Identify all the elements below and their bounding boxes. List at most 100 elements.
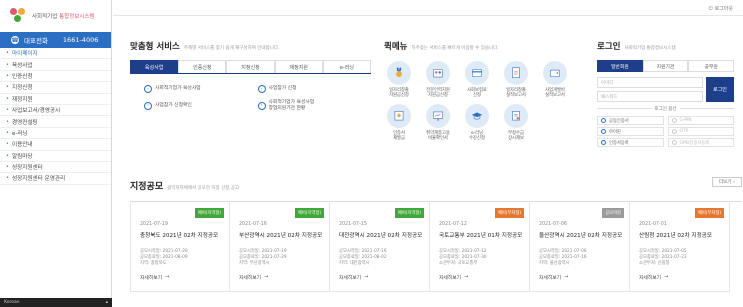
bullet-icon: • <box>6 118 9 125</box>
logout-button[interactable]: ⏻ 로그아웃 <box>709 5 733 13</box>
more-button[interactable]: 더보기 › <box>712 177 742 187</box>
sidebar-item[interactable]: • 지정신청 <box>0 82 111 94</box>
detail-link[interactable]: 자세히보기 → <box>639 274 729 281</box>
monitor-icon <box>426 104 450 128</box>
sidebar-item[interactable]: • 성장지원센터 운영관리 <box>0 173 111 185</box>
login-tab[interactable]: 공무원 <box>688 60 735 72</box>
login-option[interactable]: 인증서등록 <box>597 138 664 147</box>
quick-menu-grid: 일자리창출 지원금신청 전문인력지원 지원금신청 사회보험료 신청 일자리창출 실적보… <box>384 61 579 143</box>
quick-menu-item[interactable]: e-러닝 수강신청 <box>462 104 492 143</box>
detail-link[interactable]: 자세히보기 → <box>140 274 229 281</box>
detail-link[interactable]: 자세히보기 → <box>339 274 429 281</box>
notice-card[interactable]: 예비(지역형) 2021-07-16 부산광역시 2021년 02차 지정공모 공모시… <box>230 202 330 292</box>
detail-link[interactable]: 자세히보기 → <box>439 274 529 281</box>
quick-menu-item[interactable]: 전문인력지원 지원금신청 <box>423 61 453 100</box>
notice-title[interactable]: 대전광역시 2021년 02차 지정공모 <box>339 231 429 239</box>
login-button[interactable]: 로그인 <box>706 77 734 102</box>
custom-service-panel: 맞춤형 서비스 주제별 서비스를 찾기 쉽게 재구성하여 안내합니다. 육성사업 인… <box>130 40 372 112</box>
service-tab[interactable]: e-러닝 <box>322 60 372 73</box>
login-title: 로그인 사회적기업 통합정보시스템 <box>597 42 676 52</box>
certificate-icon <box>387 104 411 128</box>
login-option[interactable]: OTP <box>667 127 734 136</box>
notice-card[interactable]: 예비(지역형) 2021-07-19 충청북도 2021년 02차 지정공모 공모시작… <box>130 202 230 292</box>
service-item[interactable]: › 사회적기업가 육성사업 창업지원기관 현황 <box>257 100 372 112</box>
quick-menu-panel: 퀵메뉴 자주찾는 서비스를 빠르게 이용할 수 있습니다. 일자리창출 지원금신청… <box>384 40 579 143</box>
notice-title[interactable]: 국토교통부 2021년 01차 지정공모 <box>439 231 529 239</box>
more-label: 더보기 <box>718 180 732 185</box>
service-item[interactable]: › 사업참가 신청확인 <box>144 100 258 112</box>
sidebar-item[interactable]: • 성장지원센터 <box>0 162 111 174</box>
quick-menu-label: e-러닝 수강신청 <box>469 131 485 142</box>
notice-title[interactable]: 산림청 2021년 02차 지정공모 <box>639 231 729 239</box>
sidebar-item[interactable]: • 마이페이지 <box>0 48 111 60</box>
notice-title[interactable]: 충청북도 2021년 02차 지정공모 <box>140 231 230 239</box>
sidebar-item[interactable]: • 재정지원 <box>0 94 111 105</box>
notice-card[interactable]: 예비(부처형) 2021-07-12 국토교통부 2021년 01차 지정공모 공모시… <box>430 202 530 292</box>
notice-title: 지정공모 광역지자체에서 공모한 지정 신청 공고 <box>130 182 240 192</box>
login-option[interactable]: 공동인증서 <box>597 116 664 125</box>
service-tab[interactable]: 인증신청 <box>178 60 227 73</box>
sidebar-item-label: e-러닝 <box>11 130 28 137</box>
logo-text: 사회적기업 통합정보시스템 <box>32 14 95 20</box>
bullet-icon: • <box>6 152 9 159</box>
sidebar-item[interactable]: • 알림마당 <box>0 151 111 162</box>
login-option-label: G-PIN <box>679 118 692 123</box>
document-icon <box>504 61 528 85</box>
login-option-icon <box>671 140 677 145</box>
login-tab[interactable]: 지원기관 <box>642 60 689 72</box>
service-tab[interactable]: 재정지원 <box>274 60 323 73</box>
detail-link[interactable]: 자세히보기 → <box>539 274 629 281</box>
quick-menu-item[interactable]: 일자리창출 실적보고서 <box>501 61 531 100</box>
sidebar-item-label: 알림마당 <box>11 153 33 160</box>
quick-menu-label: 인증서 재발급 <box>393 131 405 142</box>
service-item-label: 사업참가 신청확인 <box>155 102 192 108</box>
language-selector[interactable]: Korean ▴ <box>0 298 112 307</box>
notice-date: 2021-07-16 <box>239 222 267 227</box>
sidebar-item[interactable]: • 경영컨설팅 <box>0 116 111 128</box>
notice-title[interactable]: 울산광역시 2021년 02차 지정공모 <box>539 231 629 239</box>
service-item-label: 사업참가 신청 <box>268 86 297 92</box>
sidebar-item[interactable]: • 사업보고서/경영공시 <box>0 105 111 117</box>
notice-card[interactable]: 공모마감 2021-07-06 울산광역시 2021년 02차 지정공모 공모시작일:… <box>530 202 630 292</box>
detail-link[interactable]: 자세히보기 → <box>239 274 329 281</box>
bullet-icon: • <box>6 164 9 171</box>
login-option[interactable]: G-PIN <box>667 116 734 125</box>
notice-date: 2021-07-01 <box>639 222 667 227</box>
quick-menu-item[interactable]: 사회보험료 신청 <box>462 61 492 100</box>
main-content: 맞춤형 서비스 주제별 서비스를 찾기 쉽게 재구성하여 안내합니다. 육성사업 인… <box>113 16 743 307</box>
quick-menu-item[interactable]: 사업개발비 실적보고서 <box>540 61 570 100</box>
login-option[interactable]: GPKI인증서등록 <box>667 138 734 147</box>
sidebar-item[interactable]: • 육성사업 <box>0 59 111 71</box>
login-options: 공동인증서 G-PIN 아이핀 OTP 인증서등록 GPKI인증서등록 <box>597 116 734 147</box>
service-tab[interactable]: 지정신청 <box>226 60 275 73</box>
detail-link-label: 자세히보기 <box>539 276 562 282</box>
password-input[interactable]: 패스워드 <box>597 91 703 102</box>
login-tab[interactable]: 일반회원 <box>597 60 643 72</box>
notice-card[interactable]: 예비(지역형) 2021-07-15 대전광역시 2021년 02차 지정공모 공모시… <box>330 202 430 292</box>
document-icon-graphic <box>512 67 520 78</box>
circle-arrow-icon: › <box>257 101 266 110</box>
id-input[interactable]: 아이디 <box>597 77 703 88</box>
notice-region: 지역: 울산광역시 <box>539 260 570 266</box>
login-options-divider: 로그인 옵션 <box>597 106 734 114</box>
sidebar-item[interactable]: • e-러닝 <box>0 128 111 140</box>
sidebar-item[interactable]: • 이용안내 <box>0 139 111 151</box>
service-item[interactable]: › 사회적기업가 육성사업 <box>144 85 258 93</box>
arrow-right-icon: → <box>364 275 369 281</box>
service-item[interactable]: › 사업참가 신청 <box>257 85 372 93</box>
logo[interactable]: 사회적기업 통합정보시스템 <box>0 0 111 32</box>
quick-menu-item[interactable]: 인증서 재발급 <box>384 104 414 143</box>
quick-menu-item[interactable]: 취약계층고용 비율확인서 <box>423 104 453 143</box>
service-tab[interactable]: 육성사업 <box>130 60 179 73</box>
notice-card[interactable]: 예비(부처형) 2021-07-01 산림청 2021년 02차 지정공모 공모시작일… <box>630 202 730 292</box>
quick-menu-item[interactable]: 부정수급 상시제보 <box>501 104 531 143</box>
login-option[interactable]: 아이핀 <box>597 127 664 136</box>
people-icon <box>426 61 450 85</box>
sidebar-item[interactable]: • 인증신청 <box>0 71 111 83</box>
quick-menu-subtitle: 자주찾는 서비스를 빠르게 이용할 수 있습니다. <box>411 46 499 51</box>
login-option-icon <box>601 129 606 134</box>
quick-menu-item[interactable]: 일자리창출 지원금신청 <box>384 61 414 100</box>
sidebar-item-label: 경영컨설팅 <box>11 119 38 126</box>
notice-title[interactable]: 부산광역시 2021년 02차 지정공모 <box>239 231 329 239</box>
graduation-icon <box>465 104 489 128</box>
